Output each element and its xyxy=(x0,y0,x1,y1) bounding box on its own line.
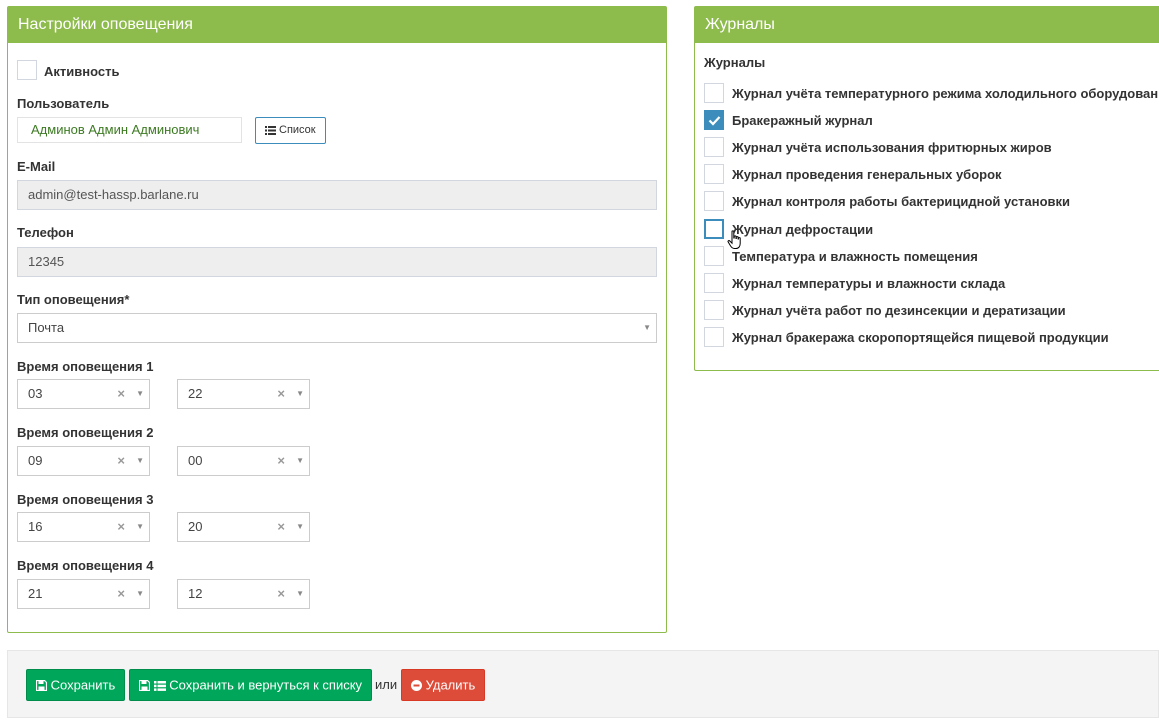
activity-label: Активность xyxy=(44,64,120,79)
panel-title: Журналы xyxy=(695,7,1159,43)
checkmark-icon xyxy=(708,116,721,126)
chevron-down-icon: ▼ xyxy=(136,456,144,465)
journal-label: Журнал учёта работ по дезинсекции и дера… xyxy=(732,303,1066,318)
chevron-down-icon: ▼ xyxy=(296,589,304,598)
panel-title: Настройки оповещения xyxy=(8,7,666,43)
minus-circle-icon xyxy=(411,680,422,692)
time4-hour-value: 21 xyxy=(28,586,43,601)
time3-label: Время оповещения 3 xyxy=(17,492,154,507)
email-field[interactable]: admin@test-hassp.barlane.ru xyxy=(17,180,657,210)
time2-minute-value: 00 xyxy=(188,453,203,468)
save-icon xyxy=(138,679,151,692)
time4-minute-value: 12 xyxy=(188,586,203,601)
notify-type-select[interactable]: Почта ▼ xyxy=(17,313,657,343)
notify-type-label: Тип оповещения* xyxy=(17,292,130,307)
clear-icon[interactable]: × xyxy=(117,513,125,541)
journal-label: Журнал контроля работы бактерицидной уст… xyxy=(732,194,1071,209)
notification-settings-panel: Настройки оповещения Активность Пользова… xyxy=(7,6,667,633)
save-button[interactable]: Сохранить xyxy=(26,669,126,701)
time1-minute-value: 22 xyxy=(188,386,203,401)
time4-minute-select[interactable]: 12 × ▼ xyxy=(177,579,310,609)
user-label: Пользователь xyxy=(17,96,110,111)
journal-checkbox[interactable] xyxy=(704,219,724,239)
chevron-down-icon: ▼ xyxy=(643,323,651,332)
time3-minute-select[interactable]: 20 × ▼ xyxy=(177,512,310,542)
clear-icon[interactable]: × xyxy=(117,580,125,608)
journal-label: Журнал бракеража скоропортящейся пищевой… xyxy=(732,330,1109,345)
save-and-return-label: Сохранить и вернуться к списку xyxy=(169,677,363,693)
clear-icon[interactable]: × xyxy=(277,447,285,475)
time4-label: Время оповещения 4 xyxy=(17,558,154,573)
activity-checkbox[interactable] xyxy=(17,60,37,80)
journal-checkbox[interactable] xyxy=(704,110,724,130)
clear-icon[interactable]: × xyxy=(277,380,285,408)
list-button[interactable]: Список xyxy=(255,117,326,144)
chevron-down-icon: ▼ xyxy=(296,522,304,531)
journal-label: Журнал проведения генеральных уборок xyxy=(732,167,1002,182)
save-button-label: Сохранить xyxy=(50,677,116,693)
journal-checkbox[interactable] xyxy=(704,191,724,211)
form-actions: Сохранить Сохранить и вернуться к списку… xyxy=(7,650,1159,718)
time3-hour-value: 16 xyxy=(28,519,43,534)
time2-minute-select[interactable]: 00 × ▼ xyxy=(177,446,310,476)
list-icon xyxy=(153,680,166,691)
journal-label: Журнал температуры и влажности склада xyxy=(732,276,1006,291)
journals-panel: Журналы Журналы Журнал учёта температурн… xyxy=(694,6,1159,371)
time3-minute-value: 20 xyxy=(188,519,203,534)
clear-icon[interactable]: × xyxy=(117,447,125,475)
or-text: или xyxy=(375,677,398,692)
journal-checkbox[interactable] xyxy=(704,83,724,103)
time1-label: Время оповещения 1 xyxy=(17,359,154,374)
time1-hour-value: 03 xyxy=(28,386,43,401)
time3-hour-select[interactable]: 16 × ▼ xyxy=(17,512,150,542)
journal-checkbox[interactable] xyxy=(704,300,724,320)
chevron-down-icon: ▼ xyxy=(136,522,144,531)
journals-subtitle: Журналы xyxy=(704,55,766,70)
clear-icon[interactable]: × xyxy=(277,580,285,608)
time2-hour-select[interactable]: 09 × ▼ xyxy=(17,446,150,476)
delete-button-label: Удалить xyxy=(425,677,476,693)
time4-hour-select[interactable]: 21 × ▼ xyxy=(17,579,150,609)
time2-hour-value: 09 xyxy=(28,453,43,468)
clear-icon[interactable]: × xyxy=(277,513,285,541)
save-and-return-button[interactable]: Сохранить и вернуться к списку xyxy=(129,669,373,701)
notify-type-value: Почта xyxy=(28,320,65,335)
email-label: E-Mail xyxy=(17,159,56,174)
chevron-down-icon: ▼ xyxy=(136,389,144,398)
hand-cursor-icon xyxy=(727,230,741,249)
chevron-down-icon: ▼ xyxy=(296,389,304,398)
user-field[interactable]: Админов Админ Админович xyxy=(17,117,242,143)
time1-minute-select[interactable]: 22 × ▼ xyxy=(177,379,310,409)
journal-checkbox[interactable] xyxy=(704,164,724,184)
journal-checkbox[interactable] xyxy=(704,273,724,293)
phone-field[interactable]: 12345 xyxy=(17,247,657,277)
delete-button[interactable]: Удалить xyxy=(401,669,486,701)
time1-hour-select[interactable]: 03 × ▼ xyxy=(17,379,150,409)
journal-checkbox[interactable] xyxy=(704,327,724,347)
journal-label: Журнал учёта использования фритюрных жир… xyxy=(732,140,1052,155)
list-icon xyxy=(265,125,276,135)
journal-label: Журнал дефростации xyxy=(732,222,874,237)
journal-checkbox[interactable] xyxy=(704,246,724,266)
journal-label: Журнал учёта температурного режима холод… xyxy=(732,86,1159,101)
journal-label: Бракеражный журнал xyxy=(732,113,873,128)
save-icon xyxy=(35,679,48,692)
time2-label: Время оповещения 2 xyxy=(17,425,154,440)
journal-label: Температура и влажность помещения xyxy=(732,249,978,264)
chevron-down-icon: ▼ xyxy=(136,589,144,598)
chevron-down-icon: ▼ xyxy=(296,456,304,465)
list-button-label: Список xyxy=(279,124,316,136)
journal-checkbox[interactable] xyxy=(704,137,724,157)
phone-label: Телефон xyxy=(17,225,74,240)
clear-icon[interactable]: × xyxy=(117,380,125,408)
